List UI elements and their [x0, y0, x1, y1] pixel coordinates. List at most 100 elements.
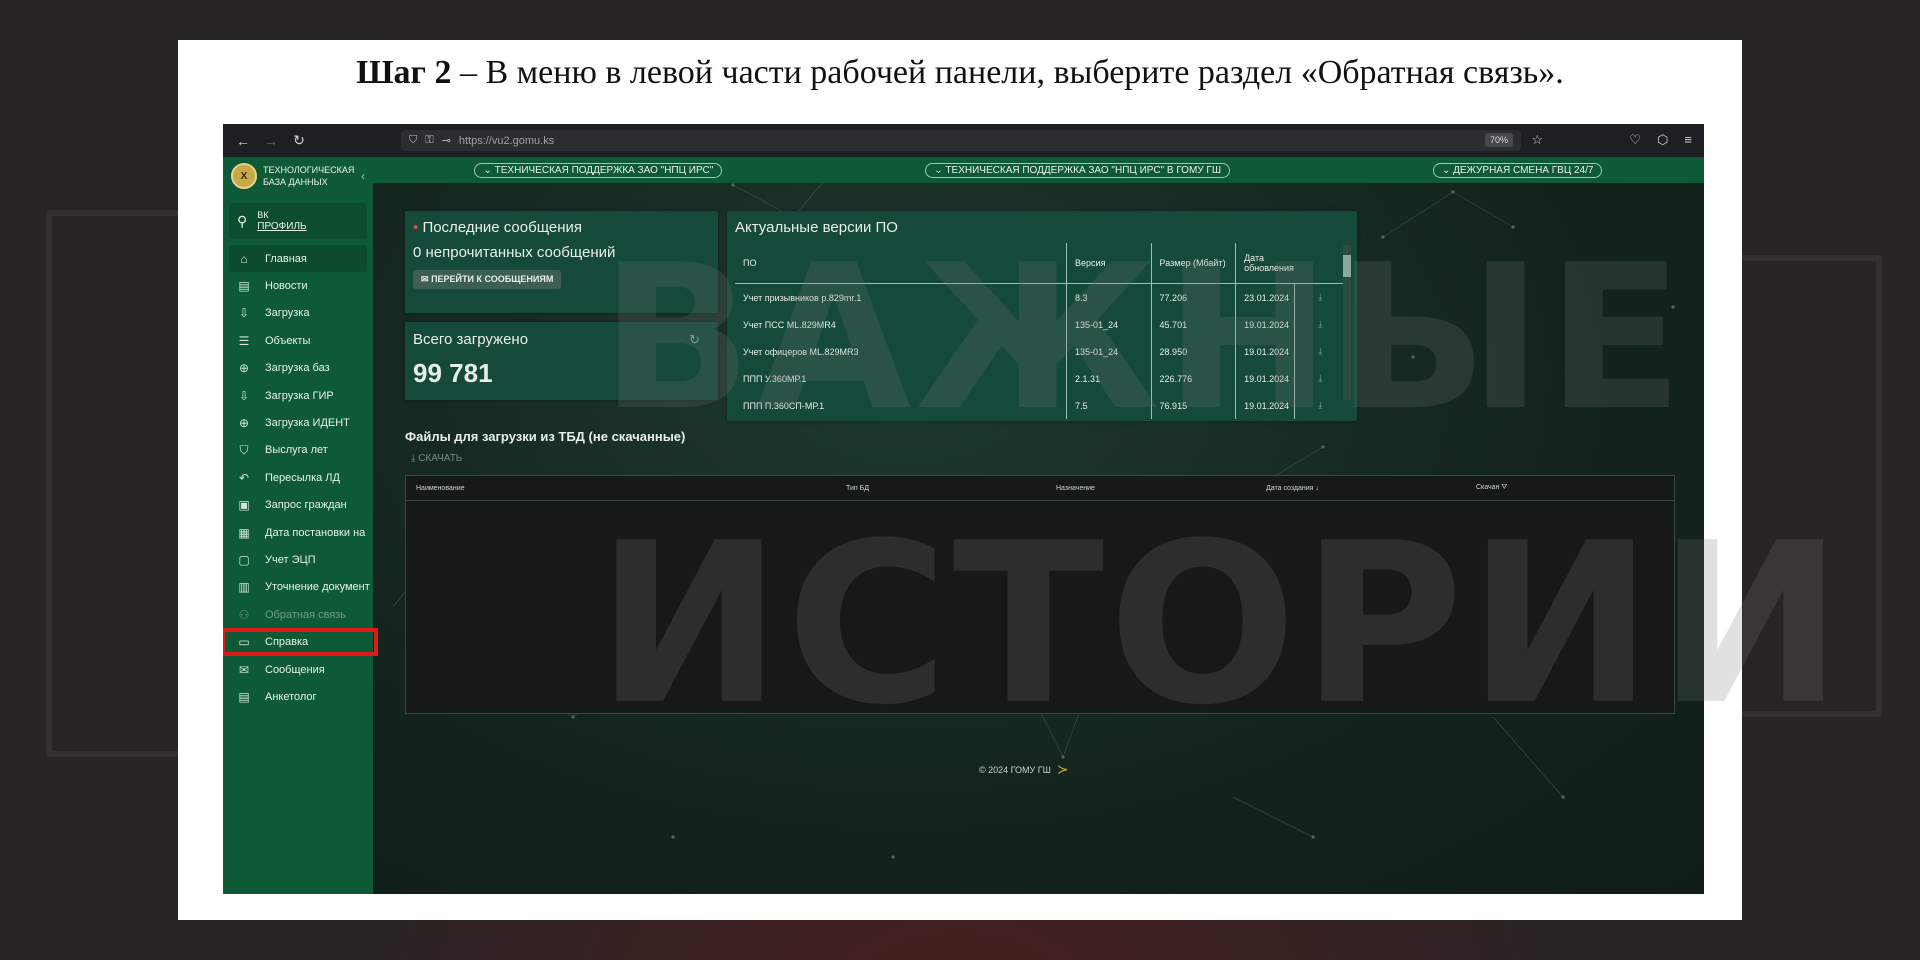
sidebar-item[interactable]: ⇩ Загрузка ГИР — [223, 382, 373, 409]
table-cell: Учет призывников р.829mr.1 — [743, 292, 862, 303]
table-cell: 23.01.2024 — [1235, 283, 1295, 311]
list-icon: ☰ — [238, 333, 250, 348]
forward-arrow-icon[interactable]: → — [257, 133, 285, 149]
sidebar-item[interactable]: ▣ Запрос граждан — [223, 492, 373, 519]
files-col-type[interactable]: Тип БД — [836, 485, 1046, 492]
sidebar-logo[interactable]: X ТЕХНОЛОГИЧЕСКАЯ БАЗА ДАННЫХ ‹ — [223, 157, 373, 195]
lock-icon: ⚿ — [425, 134, 434, 146]
download-icon[interactable]: ⤓ — [1294, 338, 1345, 365]
sidebar-item[interactable]: ▥ Уточнение документ — [223, 574, 373, 601]
forward-icon: ↶ — [238, 470, 250, 485]
sidebar-item[interactable]: ▦ Дата постановки на — [223, 519, 373, 546]
sidebar-item[interactable]: ✉ Сообщения — [223, 656, 373, 683]
sidebar-item[interactable]: ⊕ Загрузка ИДЕНТ — [223, 409, 373, 436]
pocket-icon[interactable]: ♡ — [1629, 132, 1641, 148]
url-text[interactable]: https://vu2.gomu.ks — [459, 135, 554, 147]
sidebar-item[interactable]: ↶ Пересылка ЛД — [223, 464, 373, 491]
sidebar-item-label: Уточнение документ — [265, 581, 370, 594]
reload-icon[interactable]: ↻ — [285, 132, 313, 149]
bookmark-star-icon[interactable]: ☆ — [1531, 132, 1543, 148]
zoom-badge[interactable]: 70% — [1484, 133, 1513, 147]
chevron-left-icon[interactable]: ‹ — [361, 169, 365, 183]
files-col-name[interactable]: Наименование — [406, 485, 836, 492]
download-button[interactable]: ⤓ СКАЧАТЬ — [411, 453, 462, 464]
support-pill-2[interactable]: ⌄ ТЕХНИЧЕСКАЯ ПОДДЕРЖКА ЗАО "НПЦ ИРС" В … — [925, 162, 1230, 178]
col-header[interactable]: Размер (Мбайт) — [1150, 243, 1236, 284]
col-header[interactable]: Версия — [1066, 243, 1152, 284]
files-table: Наименование Тип БД Назначение Дата созд… — [405, 475, 1675, 714]
table-cell: Учет офицеров ML.829MR3 — [743, 346, 859, 357]
menu-icon[interactable]: ≡ — [1684, 132, 1692, 148]
files-col-purpose[interactable]: Назначение — [1046, 485, 1256, 492]
table-cell: 8.3 — [1066, 283, 1152, 311]
unread-count: 0 непрочитанных сообщений — [413, 244, 616, 261]
sidebar-item-label: Дата постановки на — [265, 526, 366, 539]
sidebar-item[interactable]: ▤ Анкетолог — [223, 683, 373, 710]
table-row: ППП У.360МР.1 2.1.31 226.776 19.01.2024 ⤓ — [735, 365, 1345, 392]
sidebar: X ТЕХНОЛОГИЧЕСКАЯ БАЗА ДАННЫХ ‹ ⚲ ВК ПРО… — [223, 157, 378, 894]
sidebar-item[interactable]: ▤ Новости — [223, 272, 373, 299]
table-cell: 19.01.2024 — [1235, 311, 1295, 338]
emblem-icon: X — [231, 163, 257, 189]
versions-header-row: ПО Версия Размер (Мбайт) Дата обновления — [735, 243, 1345, 284]
download-icon[interactable]: ⤓ — [1294, 392, 1345, 419]
shield-icon: ⛉ — [409, 134, 418, 146]
versions-scrollbar[interactable] — [1343, 245, 1351, 400]
user-icon: ⚲ — [237, 212, 248, 229]
main-content: ⌄ ТЕХНИЧЕСКАЯ ПОДДЕРЖКА ЗАО "НПЦ ИРС" ⌄ … — [373, 157, 1704, 894]
sidebar-item[interactable]: ▢ Учет ЭЦП — [223, 546, 373, 573]
sidebar-item[interactable]: ⛉ Выслуга лет — [223, 437, 373, 464]
sidebar-item[interactable]: ⊕ Загрузка баз — [223, 355, 373, 382]
table-cell: 77.206 — [1150, 283, 1236, 311]
total-value: 99 781 — [413, 358, 493, 388]
address-bar[interactable]: ⛉ ⚿ ⊸ https://vu2.gomu.ks 70% ☆ — [401, 130, 1543, 151]
download-icon[interactable]: ⤓ — [1294, 365, 1345, 392]
messages-panel: • Последние сообщения 0 непрочитанных со… — [405, 211, 718, 313]
footer: © 2024 ГОМУ ГШ ≻ — [979, 761, 1069, 778]
messages-title-text: Последние сообщения — [422, 219, 582, 236]
files-col-created[interactable]: Дата создания ↓ — [1256, 485, 1466, 492]
document-edit-icon: ▥ — [238, 580, 250, 595]
go-to-messages-label: ПЕРЕЙТИ К СООБЩЕНИЯМ — [431, 274, 554, 284]
sidebar-item-label: Учет ЭЦП — [265, 553, 316, 566]
col-header[interactable]: Дата обновления — [1235, 243, 1295, 284]
sidebar-item[interactable]: ⚇ Обратная связь — [223, 601, 373, 628]
shield-icon: ⛉ — [239, 442, 249, 457]
table-cell: 19.01.2024 — [1235, 392, 1295, 419]
support-pill-1[interactable]: ⌄ ТЕХНИЧЕСКАЯ ПОДДЕРЖКА ЗАО "НПЦ ИРС" — [474, 162, 723, 178]
versions-panel: Актуальные версии ПО ПО Версия Размер (М… — [727, 211, 1357, 421]
col-header-download — [1294, 243, 1345, 284]
total-title: Всего загружено — [413, 331, 529, 348]
sidebar-item[interactable]: ☰ Объекты — [223, 327, 373, 354]
table-cell: 2.1.31 — [1066, 365, 1152, 392]
table-row: Учет ПСС ML.829MR4 135-01_24 45.701 19.01.2… — [735, 311, 1345, 338]
signature-icon: ▢ — [238, 552, 250, 567]
download-icon[interactable]: ⤓ — [1294, 311, 1345, 338]
download-icon[interactable]: ⤓ — [1294, 283, 1345, 311]
sidebar-item[interactable]: ⇩ Загрузка — [223, 300, 373, 327]
messages-title: • Последние сообщения — [413, 219, 582, 236]
support-pill-3[interactable]: ⌄ ДЕЖУРНАЯ СМЕНА ГВЦ 24/7 — [1432, 162, 1603, 178]
extensions-icon[interactable]: ⬡ — [1657, 132, 1668, 148]
briefcase-icon: ▣ — [238, 498, 250, 513]
toolbar-right: ♡ ⬡ ≡ — [1629, 132, 1692, 148]
go-to-messages-button[interactable]: ✉ ПЕРЕЙТИ К СООБЩЕНИЯМ — [413, 270, 562, 289]
scrollbar-thumb[interactable] — [1343, 255, 1351, 277]
files-col-downloaded[interactable]: Скачан ⛛ — [1466, 484, 1626, 492]
sidebar-item-label: Загрузка баз — [265, 362, 330, 375]
table-cell: 28.950 — [1150, 338, 1236, 365]
back-arrow-icon[interactable]: ← — [229, 133, 257, 149]
sidebar-item-label: Загрузка — [265, 307, 310, 320]
upload-icon: ⇩ — [238, 306, 250, 321]
upload-ident-icon: ⊕ — [238, 416, 250, 431]
total-uploaded-panel: Всего загружено ↻ 99 781 — [405, 322, 718, 400]
table-cell: 135-01_24 — [1066, 311, 1152, 338]
sidebar-item[interactable]: ⌂ Главная — [229, 245, 367, 273]
required-marker: • — [413, 219, 419, 236]
refresh-icon[interactable]: ↻ — [689, 332, 700, 348]
col-header[interactable]: ПО — [735, 243, 1067, 284]
survey-icon: ▤ — [238, 689, 250, 704]
profile-block[interactable]: ⚲ ВК ПРОФИЛЬ — [229, 203, 367, 239]
table-cell: 76.915 — [1150, 392, 1236, 419]
profile-link[interactable]: ПРОФИЛЬ — [257, 221, 306, 232]
